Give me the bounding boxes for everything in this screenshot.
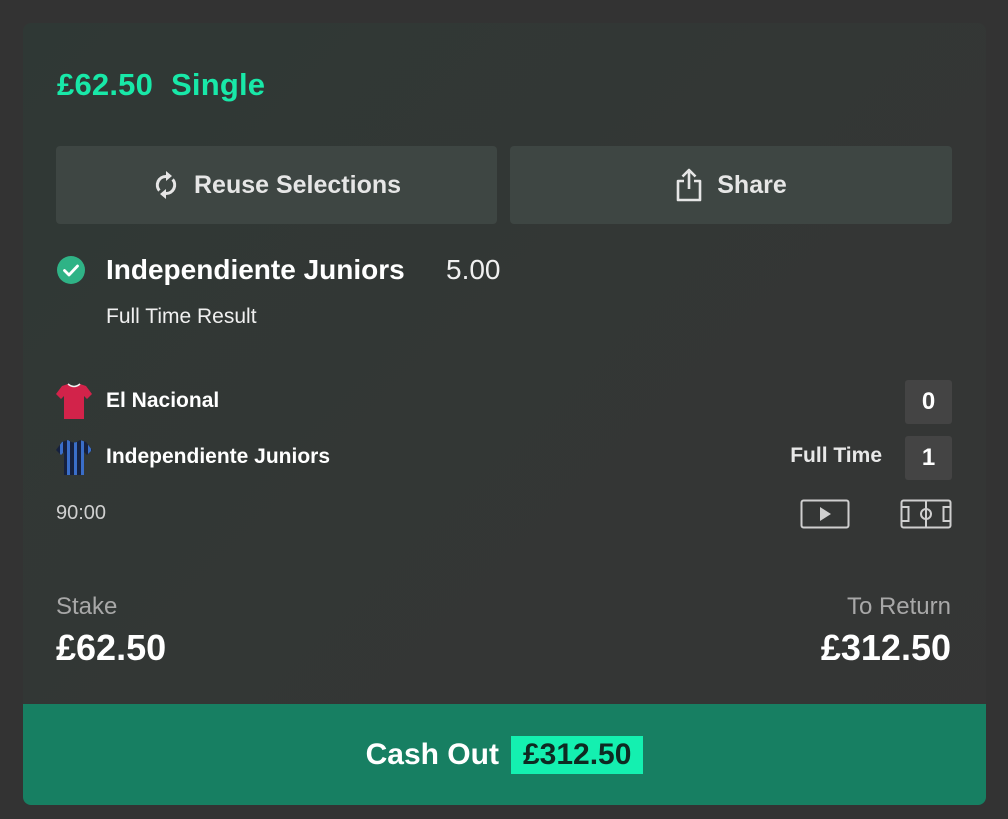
pitch-icon[interactable]: [900, 499, 952, 529]
stake-value: £62.50: [56, 627, 167, 668]
bet-card: £62.50 Single Reuse Selections Share Inde…: [23, 23, 986, 805]
home-team-name: El Nacional: [106, 389, 220, 412]
home-score: 0: [905, 380, 952, 424]
bet-stake-header: £62.50: [57, 67, 154, 102]
selection-market: Full Time Result: [106, 305, 257, 328]
video-icon[interactable]: [800, 499, 850, 529]
to-return-value: £312.50: [820, 627, 951, 668]
share-icon: [676, 168, 702, 202]
cash-out-button[interactable]: Cash Out £312.50: [23, 704, 986, 805]
away-score: 1: [905, 436, 952, 480]
share-label: Share: [717, 170, 787, 199]
share-button[interactable]: Share: [510, 146, 952, 224]
refresh-icon: [155, 171, 177, 199]
bet-header: £62.50 Single: [57, 67, 265, 103]
selection-name: Independiente Juniors: [106, 254, 405, 285]
away-shirt-icon: [56, 440, 92, 475]
reuse-selections-label: Reuse Selections: [193, 170, 402, 199]
cash-out-amount: £312.50: [510, 735, 644, 774]
to-return-label: To Return: [846, 593, 951, 620]
home-shirt-icon: [56, 383, 92, 419]
stake-label: Stake: [56, 593, 118, 620]
match-clock: 90:00: [56, 502, 107, 524]
selection-odds: 5.00: [446, 254, 501, 285]
away-team-name: Independiente Juniors: [106, 445, 331, 468]
match-status: Full Time: [790, 444, 882, 467]
bet-type: Single: [171, 67, 266, 102]
reuse-selections-button[interactable]: Reuse Selections: [56, 146, 497, 224]
check-circle-icon: [57, 256, 85, 284]
cash-out-label: Cash Out: [365, 737, 499, 771]
